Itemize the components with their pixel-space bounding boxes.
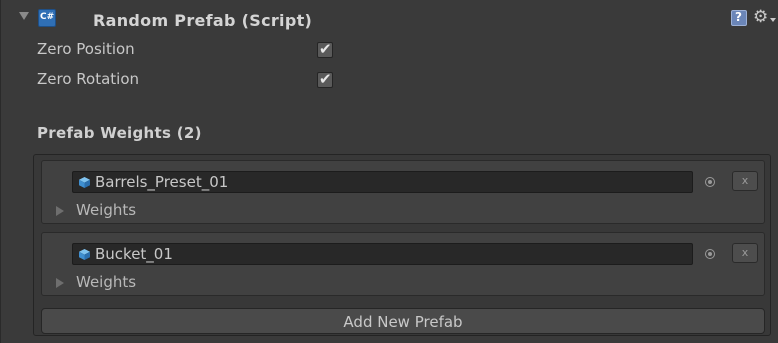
component-title: Random Prefab (Script) — [93, 11, 313, 30]
gear-icon[interactable]: ⚙ — [753, 7, 777, 27]
foldout-expanded-icon[interactable] — [19, 12, 29, 20]
prefab-cube-icon — [79, 249, 90, 260]
weights-label: Weights — [76, 201, 137, 219]
checkmark-icon: ✔ — [319, 40, 332, 58]
foldout-collapsed-icon — [56, 278, 64, 288]
foldout-collapsed-icon — [56, 206, 64, 216]
prefab-cube-icon — [79, 177, 90, 188]
component-header[interactable]: Random Prefab (Script) ⚙ — [1, 0, 778, 36]
zero-position-label: Zero Position — [37, 40, 135, 58]
prefab-weights-title: Prefab Weights (2) — [37, 124, 202, 142]
csharp-script-icon — [38, 9, 56, 27]
prefab-object-name: Bucket_01 — [95, 245, 173, 263]
help-icon[interactable] — [731, 10, 747, 26]
prefab-object-field[interactable]: Bucket_01 — [72, 243, 693, 265]
prefab-object-name: Barrels_Preset_01 — [95, 173, 229, 191]
remove-prefab-button[interactable]: x — [732, 171, 758, 191]
checkmark-icon: ✔ — [319, 70, 332, 88]
prefab-list-item: Barrels_Preset_01 x Weights — [41, 160, 765, 224]
object-picker-icon[interactable] — [705, 249, 715, 259]
inspector-panel: Random Prefab (Script) ⚙ Zero Position ✔… — [0, 0, 778, 343]
object-picker-icon[interactable] — [705, 177, 715, 187]
remove-prefab-button[interactable]: x — [732, 243, 758, 263]
zero-rotation-checkbox[interactable]: ✔ — [317, 70, 333, 88]
prefab-object-field[interactable]: Barrels_Preset_01 — [72, 171, 693, 193]
zero-rotation-label: Zero Rotation — [37, 70, 140, 88]
prefab-list-item: Bucket_01 x Weights — [41, 232, 765, 296]
weights-label: Weights — [76, 273, 137, 291]
add-new-prefab-button[interactable]: Add New Prefab — [41, 308, 765, 334]
zero-position-checkbox[interactable]: ✔ — [317, 40, 333, 58]
